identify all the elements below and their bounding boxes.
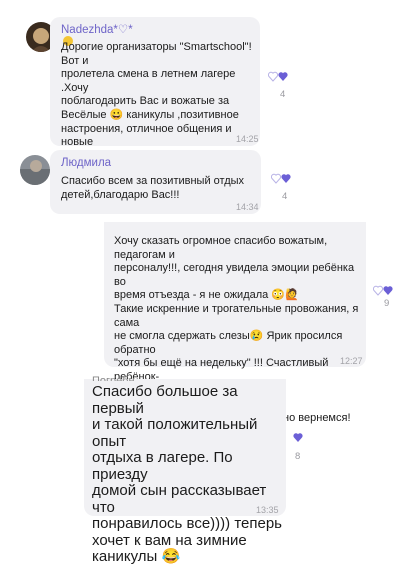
heart-reaction-icon <box>293 433 303 442</box>
heart-reaction-icon <box>268 71 288 82</box>
author-name-cut: Погребн Галина <box>92 375 135 381</box>
reactions[interactable] <box>373 284 393 296</box>
author-name[interactable]: Людмила <box>61 157 111 169</box>
message-time: 12:27 <box>340 356 363 366</box>
heart-reaction-icon <box>271 173 291 184</box>
reaction-count: 4 <box>282 191 288 202</box>
message-time: 14:25 <box>236 134 259 144</box>
message-text: Спасибо большое за первый и такой положи… <box>92 383 282 565</box>
reaction-count: 9 <box>384 298 390 309</box>
author-name-text: Nadezhda*♡* <box>61 24 133 36</box>
reaction-count: 8 <box>295 451 301 462</box>
reactions[interactable] <box>293 431 303 443</box>
avatar-photo-icon <box>20 155 50 185</box>
heart-reaction-icon <box>373 285 393 296</box>
message-text: Спасибо всем за позитивный отдых детей,б… <box>61 175 245 201</box>
message-time: 13:35 <box>256 505 279 515</box>
reactions[interactable] <box>271 172 291 184</box>
avatar[interactable] <box>20 155 50 185</box>
message-time: 14:34 <box>236 202 259 212</box>
reaction-count: 4 <box>280 89 286 100</box>
reactions[interactable] <box>268 70 288 82</box>
